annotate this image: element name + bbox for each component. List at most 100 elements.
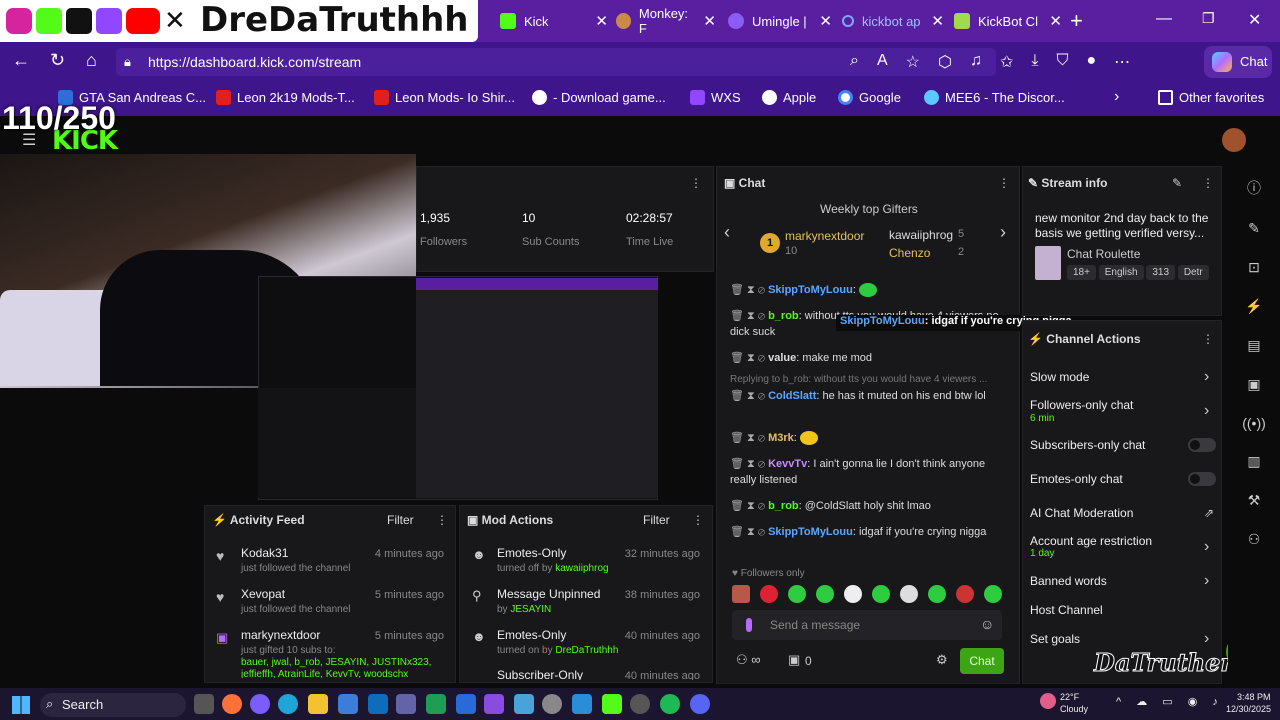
emote-button[interactable]	[984, 585, 1002, 603]
bookmarks-chevron-icon[interactable]: ›	[1114, 88, 1119, 106]
bookmark-leon-mods[interactable]: Leon Mods- Io Shir...	[374, 90, 515, 105]
emote-button[interactable]	[844, 585, 862, 603]
ban-icon[interactable]: ⊘	[758, 500, 765, 512]
tab-monkey[interactable]: Monkey: F ✕	[616, 0, 716, 42]
close-icon[interactable]: ✕	[931, 12, 944, 30]
taskbar-search[interactable]: Search	[40, 693, 186, 717]
firefox-icon[interactable]	[222, 694, 242, 714]
stream-category[interactable]: Chat Roulette	[1067, 247, 1140, 261]
media-player-icon[interactable]	[456, 694, 476, 714]
share-icon[interactable]: ⚇	[1248, 531, 1261, 548]
chat-more-icon[interactable]: ⋮	[998, 176, 1010, 190]
channel-action-set-goals[interactable]: Set goals	[1030, 632, 1080, 646]
stream-info-more-icon[interactable]: ⋮	[1202, 176, 1214, 190]
photos-icon[interactable]	[484, 694, 504, 714]
extensions-icon[interactable]: ⬡	[938, 52, 952, 72]
download-icon[interactable]: ⤓	[1031, 52, 1038, 72]
profile-icon[interactable]: ●	[1086, 52, 1096, 72]
channel-action-slow-mode[interactable]: Slow mode	[1030, 370, 1089, 384]
channel-action-subscribers-only[interactable]: Subscribers-only chat	[1030, 438, 1145, 452]
activity-name[interactable]: markynextdoor	[241, 628, 320, 642]
minimize-button[interactable]: —	[1156, 10, 1172, 28]
external-link-icon[interactable]: ⇗	[1204, 506, 1214, 520]
chat-username[interactable]: SkippToMyLouu	[768, 284, 853, 296]
activity-name[interactable]: Kodak31	[241, 546, 288, 560]
gifters-prev-icon[interactable]: ‹	[724, 222, 730, 243]
delete-icon[interactable]: 🗑︎	[730, 390, 744, 402]
user-avatar[interactable]	[1222, 128, 1246, 152]
kick-icon[interactable]	[602, 694, 622, 714]
bookmark-mee6[interactable]: MEE6 - The Discor...	[924, 90, 1065, 105]
close-icon[interactable]: ✕	[595, 12, 608, 30]
close-icon[interactable]: ✕	[1049, 12, 1062, 30]
delete-icon[interactable]: 🗑︎	[730, 284, 744, 296]
mod-filter-button[interactable]: Filter	[643, 513, 670, 527]
weather-text[interactable]: Cloudy	[1060, 704, 1088, 714]
back-button[interactable]: ←	[12, 50, 30, 71]
media-icon[interactable]: ♫	[970, 52, 982, 72]
mod-more-icon[interactable]: ⋮	[692, 513, 704, 527]
send-chat-button[interactable]: Chat	[960, 648, 1004, 674]
close-icon[interactable]: ✕	[703, 12, 716, 30]
outlook-icon[interactable]	[368, 694, 388, 714]
bookmark-wxs[interactable]: WXS	[690, 90, 741, 105]
chat-username[interactable]: b_rob	[768, 310, 799, 322]
channel-actions-more-icon[interactable]: ⋮	[1202, 332, 1214, 346]
emote-button[interactable]	[928, 585, 946, 603]
refresh-button[interactable]: ↻	[50, 50, 65, 71]
gifters-next-icon[interactable]: ›	[1000, 222, 1006, 243]
favorites-icon[interactable]: ✩	[1000, 52, 1013, 72]
emote-button[interactable]	[872, 585, 890, 603]
timeout-icon[interactable]: ⧗	[747, 526, 755, 538]
timeout-icon[interactable]: ⧗	[747, 284, 755, 296]
explorer-icon[interactable]	[308, 694, 328, 714]
chevron-right-icon[interactable]: ›	[1204, 630, 1209, 648]
weather-temp[interactable]: 22°F	[1060, 692, 1079, 702]
timeout-icon[interactable]: ⧗	[747, 432, 755, 444]
tab-umingle[interactable]: Umingle | ✕	[728, 0, 832, 42]
xbox-icon[interactable]	[630, 694, 650, 714]
chevron-right-icon[interactable]: ›	[1204, 402, 1209, 420]
delete-icon[interactable]: 🗑︎	[730, 310, 744, 322]
close-icon[interactable]: ✕	[819, 12, 832, 30]
timeout-icon[interactable]: ⧗	[747, 500, 755, 512]
delete-icon[interactable]: 🗑︎	[730, 458, 744, 470]
stats-more-icon[interactable]: ⋮	[690, 176, 702, 190]
emotes-only-toggle[interactable]	[1188, 472, 1216, 486]
subscribers-only-toggle[interactable]	[1188, 438, 1216, 452]
bookmark-google[interactable]: Google	[838, 90, 901, 105]
channel-action-banned-words[interactable]: Banned words	[1030, 574, 1107, 588]
app-icon[interactable]	[514, 694, 534, 714]
emote-button[interactable]	[732, 585, 750, 603]
activity-more-icon[interactable]: ⋮	[436, 513, 448, 527]
teams-icon[interactable]	[396, 694, 416, 714]
zoom-icon[interactable]: ⌕	[850, 52, 859, 72]
info-icon[interactable]: ⓘ	[1247, 178, 1261, 198]
chat-icon[interactable]: ▣	[1247, 376, 1260, 393]
tab-kick[interactable]: Kick ✕	[500, 0, 608, 42]
delete-icon[interactable]: 🗑︎	[730, 352, 744, 364]
discord-icon[interactable]	[690, 694, 710, 714]
gifter-name[interactable]: Chenzo	[889, 246, 930, 260]
chat-username[interactable]: value	[768, 352, 796, 364]
gifter-name[interactable]: markynextdoor	[785, 229, 864, 243]
chevron-right-icon[interactable]: ›	[1204, 368, 1209, 386]
broadcast-icon[interactable]: ((•))	[1242, 415, 1266, 431]
lightning-icon[interactable]: ⚡	[1245, 298, 1262, 315]
task-view-icon[interactable]	[194, 694, 214, 714]
activity-name[interactable]: Xevopat	[241, 587, 285, 601]
chatters-icon[interactable]: ⚇ ∞	[736, 652, 761, 668]
timeout-icon[interactable]: ⧗	[747, 390, 755, 402]
chat-username[interactable]: ColdSlatt	[768, 390, 816, 402]
emote-button[interactable]	[788, 585, 806, 603]
store-icon[interactable]	[338, 694, 358, 714]
bookmark-leon-2k19[interactable]: Leon 2k19 Mods-T...	[216, 90, 355, 105]
channel-action-ai-moderation[interactable]: AI Chat Moderation	[1030, 506, 1133, 520]
emote-button[interactable]	[956, 585, 974, 603]
read-aloud-icon[interactable]: A	[877, 52, 888, 72]
tray-icons[interactable]: ^ ☁ ▭ ◉ ♪	[1116, 695, 1224, 708]
delete-icon[interactable]: 🗑︎	[730, 526, 744, 538]
channel-action-host-channel[interactable]: Host Channel	[1030, 603, 1103, 617]
timeout-icon[interactable]: ⧗	[747, 310, 755, 322]
tab-kickbot-cl[interactable]: KickBot Cl ✕	[954, 0, 1062, 42]
